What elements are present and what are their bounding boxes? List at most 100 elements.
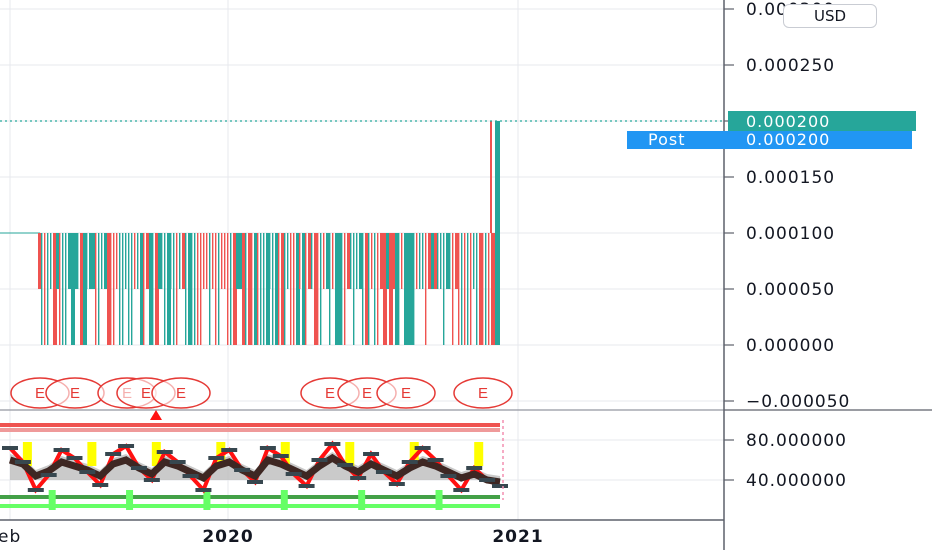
price-bar [176,233,178,345]
price-bar [488,233,490,345]
earnings-marker-label: E [35,385,45,402]
price-bar [272,233,274,345]
indicator-tick [350,476,367,480]
price-bar [353,233,355,345]
price-bar [362,233,364,345]
indicator-tick [337,463,354,467]
indicator-tick [130,466,147,470]
earnings-marker[interactable]: E [376,377,436,409]
indicator-band [0,495,500,499]
price-bar [263,233,265,345]
price-axis-tick-label: 0.000250 [746,56,835,76]
price-bar [416,233,418,289]
price-bar [440,233,442,289]
indicator-tick [298,484,315,488]
price-bar [374,233,376,345]
price-bar [464,233,466,345]
earnings-marker-label: E [401,385,411,402]
earnings-markers[interactable]: EEEEEEEEE [10,377,513,409]
price-tags: 0.000200 Post 0.000200 [627,111,916,149]
last-price-tag-label: 0.000200 [746,112,830,131]
price-bar [491,233,495,345]
indicator-axis-tick-label: 80.000000 [746,431,847,451]
price-bar [260,233,262,345]
price-bar [131,233,133,345]
price-bar [209,233,211,345]
price-bar [173,233,175,345]
price-bar [170,233,172,289]
price-bar [419,233,421,289]
time-axis-label: 2020 [202,527,253,547]
price-bar [164,233,166,345]
price-bar [59,233,61,345]
indicator-tick [2,446,18,450]
indicator-tick [234,468,251,472]
price-bar [473,233,475,289]
price-bar [224,233,226,289]
price-bar [341,233,343,345]
earnings-marker[interactable]: E [453,377,513,409]
indicator-band [0,423,500,427]
price-bar [200,233,202,345]
indicator-tick [247,480,263,484]
indicator-tick [53,448,70,452]
price-bar [413,233,415,345]
currency-button[interactable]: USD [783,4,877,28]
indicator-tick [324,442,341,446]
indicator-tick [311,458,328,462]
indicator-tick [208,456,225,460]
indicator-tick [14,460,31,464]
price-bar [425,233,427,345]
indicator-highlight [126,490,134,510]
price-bar [128,233,130,345]
price-bar [344,233,346,345]
price-axis-tick-label: 0.000150 [746,168,835,188]
price-bar [377,233,379,345]
price-bar [269,233,271,289]
time-axis-label: eb [0,527,21,547]
price-bar [41,233,43,345]
price-bar [206,233,208,289]
indicator-tick [66,456,83,460]
indicator-highlight [280,490,288,510]
indicator-tick [195,488,212,492]
price-bar [251,233,253,345]
price-bar [116,233,118,289]
price-axis-tick-label: 0.000100 [746,224,835,244]
price-bar [461,233,463,345]
price-bar [95,233,97,345]
indicator-tick [285,472,302,476]
price-bar [113,233,115,345]
price-bar [293,233,295,345]
earnings-marker[interactable]: E [45,377,105,409]
price-bar [125,233,127,289]
indicator-tick [479,478,496,482]
indicator-tick [182,474,199,478]
price-bar [350,233,352,289]
price-bar [356,233,358,289]
price-bar [227,233,229,345]
indicator-tick [92,483,109,487]
indicator-axis-ticks: 80.000000 40.000000 [724,431,847,491]
price-bar [422,233,424,289]
price-bar [398,233,400,345]
indicator-pane [0,409,724,510]
price-bar [437,233,439,289]
post-price-tag-label: 0.000200 [746,130,830,149]
indicator-tick [105,452,122,456]
price-bar [86,233,88,289]
price-bar [317,233,319,345]
price-bar [212,233,214,289]
price-bar [401,233,403,289]
earnings-marker[interactable]: E [151,377,211,409]
price-bar [467,233,469,345]
price-bar [284,233,286,345]
price-bar [290,233,292,345]
indicator-highlight [87,442,97,466]
price-bar [44,233,46,345]
price-bar [194,233,196,345]
price-bar [470,233,472,345]
price-bar [329,233,331,345]
price-bar [299,233,301,289]
price-bar [257,233,259,345]
